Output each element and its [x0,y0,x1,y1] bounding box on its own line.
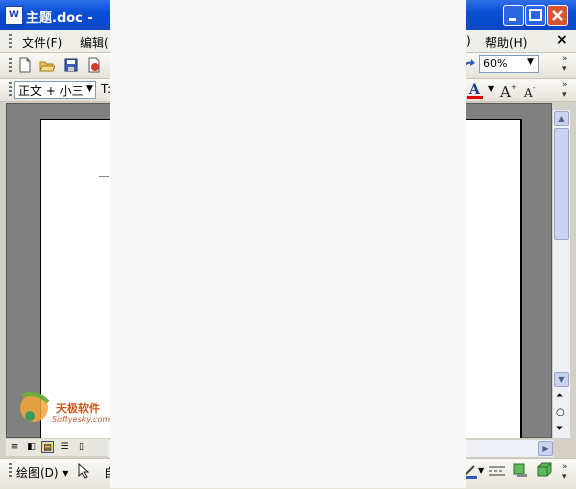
window-title: 主题.doc - [26,11,93,26]
toolbar-options-chevron-icon[interactable]: » ▾ [562,462,568,482]
style-value: 正文 + 小三 [18,84,84,98]
text-cursor-mark [99,176,109,177]
shadow-style-icon[interactable] [512,462,528,478]
minimize-button[interactable] [503,5,524,26]
next-page-icon[interactable]: ⏷ [556,424,563,434]
menu-grip-handle[interactable] [9,34,12,48]
chevron-down-icon[interactable]: ▼ [478,466,484,475]
scroll-up-icon[interactable]: ▲ [554,111,569,126]
3d-style-icon[interactable] [536,462,552,478]
toolbar-grip-handle[interactable] [9,82,12,97]
view-buttons-bar [6,439,108,456]
scroll-right-icon[interactable]: ▶ [538,441,553,456]
new-document-icon[interactable] [17,57,33,73]
svg-text:A: A [499,83,511,100]
menu-help[interactable]: 帮助(H) [485,34,527,51]
vertical-scroll-thumb[interactable] [554,128,569,240]
close-document-button[interactable]: × [556,32,568,48]
previous-page-icon[interactable]: ⏶ [556,391,563,401]
menu-file[interactable]: 文件(F) [22,34,62,51]
draw-menu-button[interactable]: 绘图(D) ▾ [16,464,68,481]
word-app-icon[interactable]: W [5,6,23,25]
close-window-button[interactable] [547,5,568,26]
save-icon[interactable] [63,57,79,73]
zoom-value: 60% [483,57,508,70]
maximize-icon [529,9,542,21]
chevron-down-icon[interactable]: ▼ [86,84,93,94]
normal-view-icon[interactable]: ≡ [8,441,21,453]
watermark-brand-text: 天极软件 [56,402,100,415]
svg-text:A: A [523,86,533,100]
toolbar-grip-handle[interactable] [9,58,12,73]
toolbar-options-chevron-icon[interactable]: » ▾ [562,54,568,74]
toolbar-grip-handle[interactable] [9,463,12,478]
grow-font-icon[interactable]: A + [499,82,517,100]
chevron-down-icon[interactable]: ▼ [488,84,494,93]
svg-text:+: + [511,83,517,91]
outline-view-icon[interactable]: ☰ [58,441,71,453]
menu-edit[interactable]: 编辑( [80,34,109,51]
shrink-font-icon[interactable]: A- [522,84,540,100]
open-folder-icon[interactable] [39,57,55,73]
menu-tools-partial[interactable]: ) [466,34,471,48]
select-objects-arrow-icon[interactable] [76,463,90,479]
close-icon [552,10,563,21]
maximize-button[interactable] [525,5,546,26]
permission-icon[interactable] [86,57,102,73]
watermark-site-text: Softyesky.com [52,415,111,424]
scroll-down-icon[interactable]: ▼ [554,372,569,387]
select-browse-object-icon[interactable]: ○ [556,407,565,418]
minimize-icon [509,18,516,21]
svg-text:A: A [468,82,481,98]
print-layout-icon[interactable]: ▤ [41,441,54,453]
svg-text:-: - [533,84,536,92]
font-color-icon[interactable]: A [466,81,488,100]
web-layout-icon[interactable]: ◧ [25,441,38,453]
reading-layout-icon[interactable]: ▯ [75,441,88,453]
chevron-down-icon[interactable]: ▼ [527,57,534,67]
toolbar-options-chevron-icon[interactable]: » ▾ [562,80,568,100]
blank-overlay-panel [110,0,466,488]
dash-style-icon[interactable] [488,464,506,478]
